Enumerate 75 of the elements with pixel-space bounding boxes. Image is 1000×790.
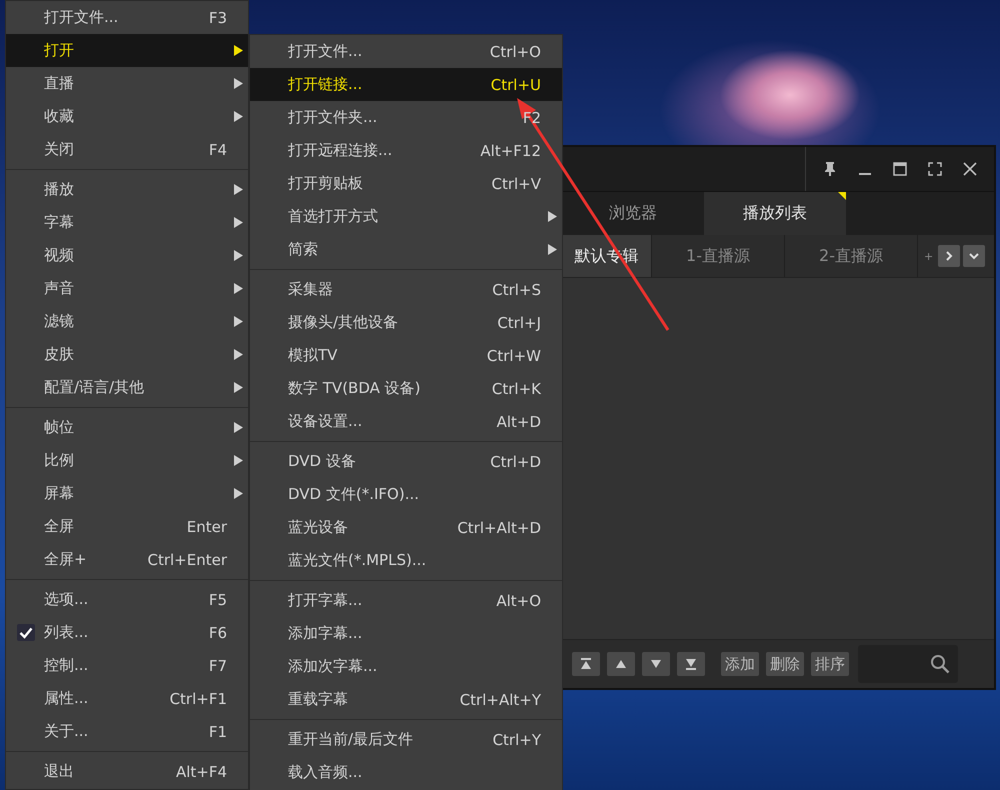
menu-item[interactable]: 蓝光设备 Ctrl+Alt+D	[250, 511, 562, 544]
submenu-arrow-icon	[234, 488, 243, 499]
menu-item[interactable]: 全屏+ Ctrl+Enter	[6, 543, 248, 576]
search-icon	[930, 654, 950, 674]
submenu-arrow-icon	[234, 250, 243, 261]
panel-tab[interactable]: 播放列表	[704, 192, 846, 235]
submenu-arrow-icon	[234, 45, 243, 56]
menu-item[interactable]: 添加字幕...	[250, 617, 562, 650]
menu-item[interactable]: 首选打开方式	[250, 200, 562, 233]
chevron-down-icon[interactable]	[963, 245, 986, 267]
submenu-arrow-icon	[234, 78, 243, 89]
move-up-icon[interactable]	[607, 652, 635, 676]
menu-item[interactable]: 打开剪贴板 Ctrl+V	[250, 167, 562, 200]
menu-item[interactable]: 控制... F7	[6, 649, 248, 682]
close-icon[interactable]	[962, 161, 978, 177]
menu-item[interactable]: 采集器 Ctrl+S	[250, 273, 562, 306]
toolbar-button[interactable]: 删除	[766, 652, 804, 676]
menu-item[interactable]: 滤镜	[6, 305, 248, 338]
menu-item[interactable]: 退出 Alt+F4	[6, 755, 248, 788]
menu-item[interactable]: 播放	[6, 173, 248, 206]
menu-item[interactable]: DVD 文件(*.IFO)...	[250, 478, 562, 511]
menu-item[interactable]: 蓝光文件(*.MPLS)...	[250, 544, 562, 577]
menu-item[interactable]: 简索	[250, 233, 562, 266]
menu-item[interactable]: 配置/语言/其他	[6, 371, 248, 404]
toolbar-button[interactable]: 排序	[811, 652, 849, 676]
chevron-right-icon[interactable]	[938, 245, 960, 267]
toolbar-button[interactable]: 添加	[721, 652, 759, 676]
menu-item[interactable]: 关于... F1	[6, 715, 248, 748]
menu-item[interactable]: 全屏 Enter	[6, 510, 248, 543]
submenu-arrow-icon	[234, 316, 243, 327]
menu-item[interactable]: DVD 设备 Ctrl+D	[250, 445, 562, 478]
menu-item[interactable]: 屏幕	[6, 477, 248, 510]
menu-item[interactable]: 属性... Ctrl+F1	[6, 682, 248, 715]
menu-item[interactable]: 打开链接... Ctrl+U	[250, 68, 562, 101]
submenu-arrow-icon	[234, 283, 243, 294]
submenu-arrow-icon	[234, 217, 243, 228]
menu-item[interactable]: 设备设置... Alt+D	[250, 405, 562, 438]
menu-item[interactable]: 重载字幕 Ctrl+Alt+Y	[250, 683, 562, 716]
submenu-arrow-icon	[548, 244, 557, 255]
menu-item[interactable]: 打开文件... Ctrl+O	[250, 35, 562, 68]
menu-item[interactable]: 载入音频...	[250, 756, 562, 789]
submenu-arrow-icon	[234, 382, 243, 393]
menu-item[interactable]: 字幕	[6, 206, 248, 239]
menu-item[interactable]: 数字 TV(BDA 设备) Ctrl+K	[250, 372, 562, 405]
submenu-arrow-icon	[234, 422, 243, 433]
fullscreen-icon[interactable]	[927, 161, 944, 177]
search-field[interactable]	[858, 645, 958, 683]
add-album-button[interactable]: +	[922, 250, 936, 262]
menu-item[interactable]: 视频	[6, 239, 248, 272]
menu-item[interactable]: 重开当前/最后文件 Ctrl+Y	[250, 723, 562, 756]
menu-item[interactable]: 添加次字幕...	[250, 650, 562, 683]
move-down-icon[interactable]	[642, 652, 670, 676]
menu-item[interactable]: 打开字幕... Alt+O	[250, 584, 562, 617]
menu-item[interactable]: 比例	[6, 444, 248, 477]
menu-item[interactable]: 皮肤	[6, 338, 248, 371]
menu-item[interactable]: 帧位	[6, 411, 248, 444]
menu-item[interactable]: 列表... F6	[6, 616, 248, 649]
submenu-arrow-icon	[234, 111, 243, 122]
submenu-arrow-icon	[234, 184, 243, 195]
submenu-arrow-icon	[234, 455, 243, 466]
menu-item[interactable]: 打开远程连接... Alt+F12	[250, 134, 562, 167]
menu-item[interactable]: 模拟TV Ctrl+W	[250, 339, 562, 372]
move-top-icon[interactable]	[572, 652, 600, 676]
menu-item[interactable]: 打开文件... F3	[6, 1, 248, 34]
menu-item[interactable]: 打开	[6, 34, 248, 67]
menu-item[interactable]: 声音	[6, 272, 248, 305]
submenu-arrow-icon	[234, 349, 243, 360]
move-bottom-icon[interactable]	[677, 652, 705, 676]
menu-item[interactable]: 选项... F5	[6, 583, 248, 616]
submenu-arrow-icon	[548, 211, 557, 222]
menu-item[interactable]: 收藏	[6, 100, 248, 133]
menu-item[interactable]: 关闭 F4	[6, 133, 248, 166]
menu-item[interactable]: 直播	[6, 67, 248, 100]
maximize-icon[interactable]	[892, 161, 908, 177]
menu-item[interactable]: 摄像头/其他设备 Ctrl+J	[250, 306, 562, 339]
